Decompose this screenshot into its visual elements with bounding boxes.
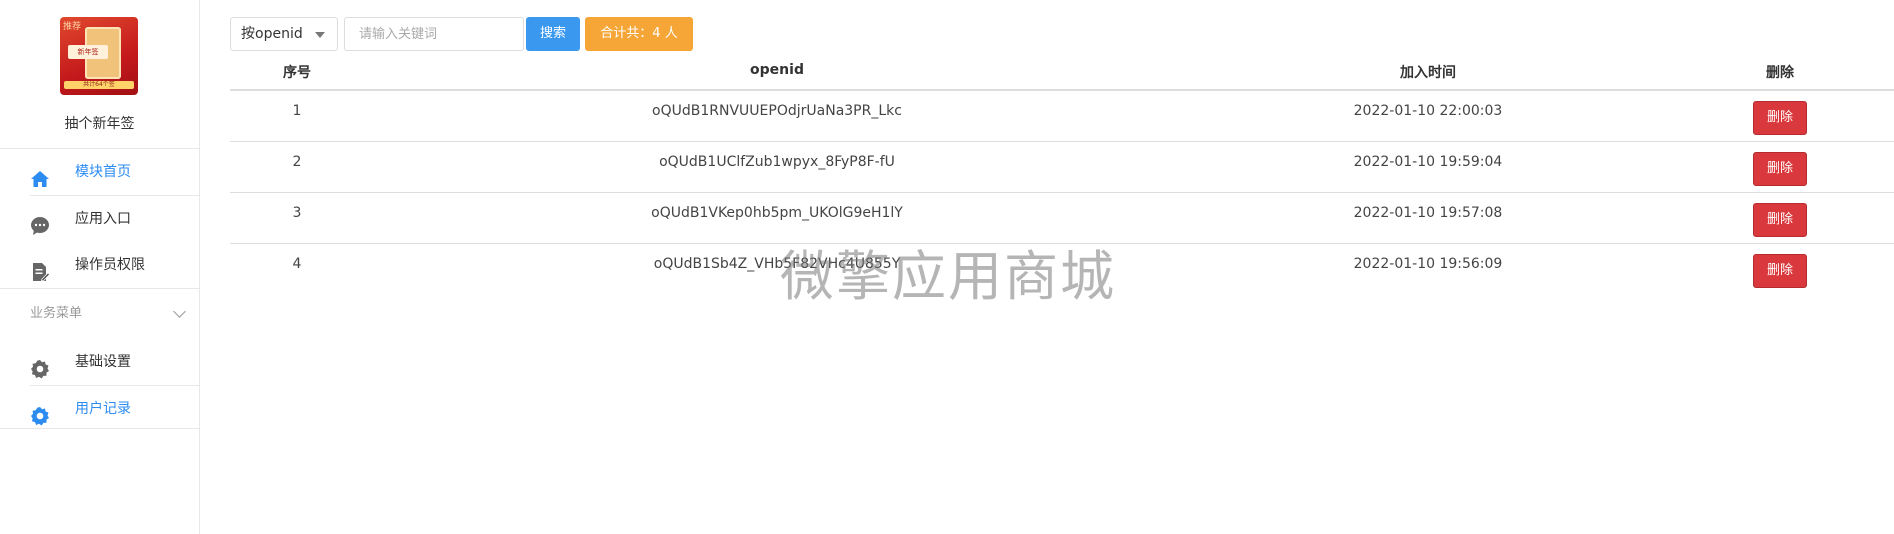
- sidebar-item-module-home[interactable]: 模块首页: [0, 149, 199, 195]
- gear-icon: [30, 399, 50, 426]
- delete-button[interactable]: 删除: [1753, 254, 1807, 288]
- column-header-no: 序号: [283, 65, 311, 81]
- column-header-openid: openid: [750, 62, 804, 78]
- cell-no: 2: [292, 154, 302, 170]
- cell-join-time: 2022-01-10 19:56:09: [1353, 256, 1503, 272]
- document-edit-icon: [30, 255, 51, 282]
- search-button[interactable]: 搜索: [526, 17, 580, 51]
- sidebar-item-user-records[interactable]: 用户记录: [0, 386, 199, 432]
- caret-down-icon: [315, 32, 325, 38]
- filter-select[interactable]: 按openid: [230, 17, 338, 51]
- total-count-button[interactable]: 合计共：4 人: [585, 17, 693, 51]
- cell-openid: oQUdB1UClfZub1wpyx_8FyP8F-fU: [659, 154, 895, 170]
- chevron-down-icon: [173, 305, 186, 318]
- app-name: 抽个新年签: [64, 116, 135, 132]
- sidebar-item-label: 用户记录: [75, 401, 131, 417]
- cell-no: 3: [292, 205, 302, 221]
- sidebar-item-label: 模块首页: [75, 164, 131, 180]
- sidebar-item-label: 操作员权限: [75, 257, 145, 273]
- filter-select-value: 按openid: [241, 26, 303, 42]
- cell-join-time: 2022-01-10 19:59:04: [1353, 154, 1503, 170]
- table-row: 1 oQUdB1RNVUUEPOdjrUaNa3PR_Lkc 2022-01-1…: [230, 91, 1894, 142]
- column-header-delete: 删除: [1766, 65, 1794, 81]
- search-input[interactable]: [344, 17, 524, 51]
- chat-icon: [30, 209, 50, 235]
- logo-tag: 新年签: [68, 45, 108, 59]
- cell-no: 1: [292, 103, 302, 119]
- menu-group-label: 业务菜单: [30, 306, 83, 321]
- delete-button[interactable]: 删除: [1753, 152, 1807, 186]
- delete-button[interactable]: 删除: [1753, 101, 1807, 135]
- cell-join-time: 2022-01-10 19:57:08: [1353, 205, 1503, 221]
- home-icon: [30, 162, 50, 187]
- watermark: 微擎应用商城: [780, 245, 1116, 308]
- sidebar-item-operator-permissions[interactable]: 操作员权限: [0, 242, 199, 288]
- gear-icon: [30, 352, 50, 379]
- cell-no: 4: [292, 256, 302, 272]
- table-row: 2 oQUdB1UClfZub1wpyx_8FyP8F-fU 2022-01-1…: [230, 142, 1894, 193]
- delete-button[interactable]: 删除: [1753, 203, 1807, 237]
- cell-openid: oQUdB1RNVUUEPOdjrUaNa3PR_Lkc: [652, 103, 902, 119]
- sidebar-item-label: 应用入口: [75, 211, 131, 227]
- sidebar-item-basic-settings[interactable]: 基础设置: [0, 339, 199, 385]
- table-header: 序号 openid 加入时间 删除: [230, 51, 1894, 91]
- column-header-join-time: 加入时间: [1400, 65, 1456, 81]
- sidebar: 推荐 新年签 共计64个签 抽个新年签 模块首页 应用入口 操作员权限 业务菜单…: [0, 0, 200, 534]
- menu-group-business[interactable]: 业务菜单: [0, 288, 199, 339]
- cell-join-time: 2022-01-10 22:00:03: [1353, 103, 1503, 119]
- sidebar-item-app-entry[interactable]: 应用入口: [0, 196, 199, 242]
- logo-caption: 推荐: [63, 22, 82, 32]
- cell-openid: oQUdB1VKep0hb5pm_UKOlG9eH1lY: [651, 205, 903, 221]
- app-logo: 推荐 新年签 共计64个签: [60, 17, 138, 95]
- app-header: 推荐 新年签 共计64个签 抽个新年签: [0, 0, 199, 149]
- sidebar-item-label: 基础设置: [75, 354, 131, 370]
- divider: [0, 428, 199, 429]
- logo-bar: 共计64个签: [64, 81, 134, 89]
